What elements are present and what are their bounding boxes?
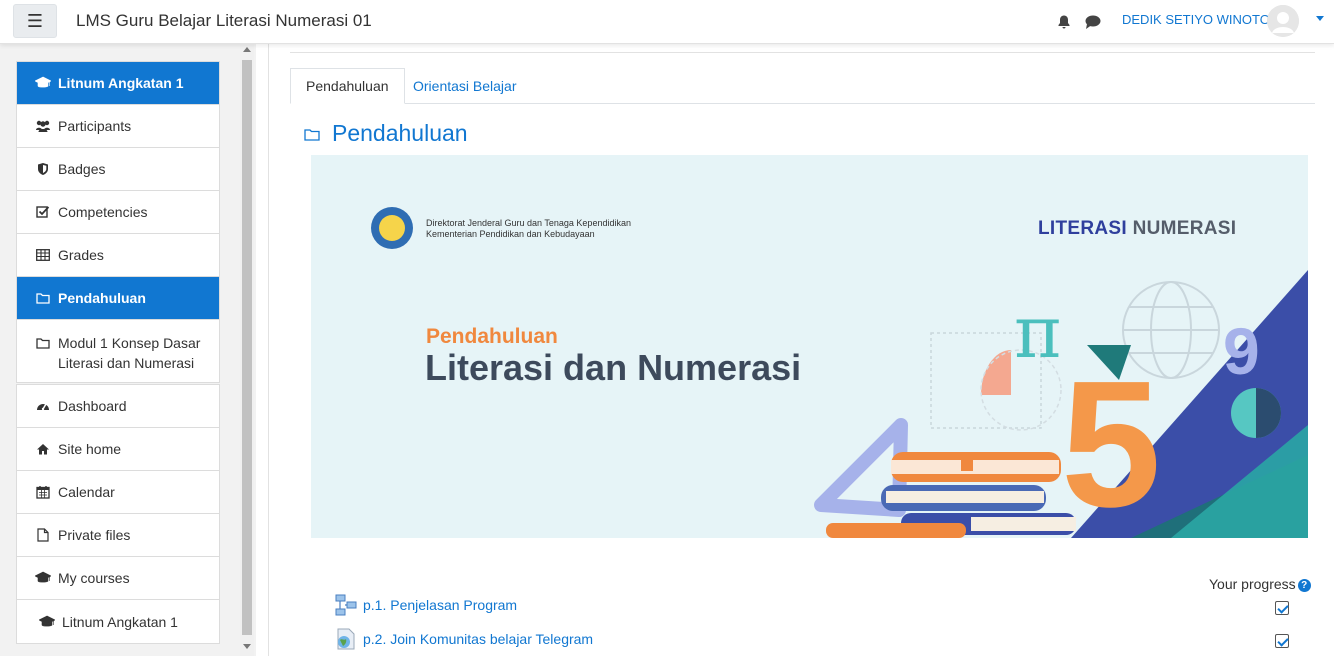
nav-item-label: Competencies: [58, 204, 148, 220]
hamburger-menu-button[interactable]: ☰: [13, 4, 57, 38]
nav-item-grades[interactable]: Grades: [17, 234, 219, 277]
nav-item-label: Modul 1 Konsep Dasar Literasi dan Numera…: [58, 335, 201, 371]
nav-item-course[interactable]: Litnum Angkatan 1: [17, 62, 219, 105]
nav-item-label: My courses: [58, 570, 130, 586]
folder-icon: [35, 336, 51, 350]
folder-icon: [35, 291, 51, 305]
course-tabs: Pendahuluan Orientasi Belajar: [290, 68, 1315, 104]
help-icon[interactable]: ?: [1297, 579, 1311, 592]
users-icon: [35, 119, 51, 133]
section-title: Pendahuluan: [304, 120, 468, 147]
nav-item-modul-1[interactable]: Modul 1 Konsep Dasar Literasi dan Numera…: [17, 320, 219, 382]
banner-pi: π: [1014, 290, 1062, 374]
nav-item-label: Private files: [58, 527, 131, 543]
tachometer-icon: [35, 399, 51, 413]
banner-headline: Literasi dan Numerasi: [425, 347, 802, 388]
site-title[interactable]: LMS Guru Belajar Literasi Numerasi 01: [76, 11, 372, 31]
scroll-up-arrow-icon[interactable]: [243, 47, 251, 52]
nav-item-site-home[interactable]: Site home: [17, 428, 219, 471]
tab-orientasi-belajar[interactable]: Orientasi Belajar: [398, 68, 532, 104]
graduation-cap-icon: [35, 571, 51, 585]
scroll-down-arrow-icon[interactable]: [243, 644, 251, 649]
nav-item-label: Badges: [58, 161, 106, 177]
your-progress: Your progress ?: [1209, 576, 1311, 592]
nav-item-label: Litnum Angkatan 1: [62, 613, 178, 630]
nav-item-label: Dashboard: [58, 398, 127, 414]
folder-icon: [304, 127, 320, 141]
completion-checkbox[interactable]: [1275, 634, 1289, 648]
activity-page[interactable]: p.1. Penjelasan Program: [335, 594, 517, 616]
graduation-cap-icon: [39, 615, 55, 629]
course-nav-group: Litnum Angkatan 1 Participants Badges Co…: [16, 61, 220, 383]
nav-item-label: Site home: [58, 441, 122, 457]
avatar[interactable]: [1267, 5, 1299, 37]
shield-icon: [35, 162, 51, 176]
bell-icon[interactable]: [1056, 14, 1072, 30]
divider: [290, 52, 1315, 53]
banner-brand: LITERASI NUMERASI: [1038, 218, 1237, 239]
page-icon: [335, 594, 357, 616]
section-banner-image: Direktorat Jenderal Guru dan Tenaga Kepe…: [311, 155, 1308, 538]
nav-item-label: Participants: [58, 118, 132, 134]
nav-item-label: Litnum Angkatan 1: [58, 75, 184, 91]
nav-item-dashboard[interactable]: Dashboard: [17, 385, 219, 428]
graduation-cap-icon: [35, 76, 51, 90]
banner-org-text: Direktorat Jenderal Guru dan Tenaga Kepe…: [426, 218, 631, 239]
table-icon: [35, 248, 51, 262]
nav-item-label: Calendar: [58, 484, 115, 500]
url-globe-icon: [337, 628, 355, 650]
nav-item-calendar[interactable]: Calendar: [17, 471, 219, 514]
banner-subtitle: Pendahuluan: [426, 325, 558, 348]
chat-icon[interactable]: [1084, 14, 1102, 30]
tab-pendahuluan[interactable]: Pendahuluan: [290, 68, 405, 104]
user-menu-name[interactable]: DEDIK SETIYO WINOTO: [1122, 12, 1270, 27]
nav-item-course-litnum[interactable]: Litnum Angkatan 1: [17, 600, 219, 643]
chevron-down-icon[interactable]: [1316, 16, 1324, 21]
hamburger-icon: ☰: [26, 10, 44, 31]
checkbox-icon: [35, 205, 51, 219]
banner-nine: 9: [1223, 314, 1260, 388]
tut-wuri-logo-icon: [371, 207, 413, 249]
nav-item-competencies[interactable]: Competencies: [17, 191, 219, 234]
site-nav-group: Dashboard Site home Calendar Private fil…: [16, 384, 220, 644]
nav-item-participants[interactable]: Participants: [17, 105, 219, 148]
activity-link[interactable]: p.1. Penjelasan Program: [363, 597, 517, 613]
default-user-icon: [1267, 5, 1299, 37]
navbar: ☰ LMS Guru Belajar Literasi Numerasi 01 …: [0, 0, 1334, 44]
home-icon: [35, 442, 51, 456]
nav-item-my-courses[interactable]: My courses: [17, 557, 219, 600]
section-title-text: Pendahuluan: [332, 120, 468, 146]
completion-checkbox[interactable]: [1275, 601, 1289, 615]
file-icon: [35, 528, 51, 542]
nav-item-label: Pendahuluan: [58, 290, 146, 306]
nav-item-private-files[interactable]: Private files: [17, 514, 219, 557]
drawer-scrollbar-thumb[interactable]: [242, 60, 252, 635]
nav-item-label: Grades: [58, 247, 104, 263]
nav-item-badges[interactable]: Badges: [17, 148, 219, 191]
activity-link[interactable]: p.2. Join Komunitas belajar Telegram: [363, 631, 593, 647]
nav-item-pendahuluan[interactable]: Pendahuluan: [17, 277, 219, 320]
calendar-icon: [35, 485, 51, 499]
activity-url[interactable]: p.2. Join Komunitas belajar Telegram: [335, 628, 593, 650]
banner-five: 5: [1061, 344, 1162, 538]
